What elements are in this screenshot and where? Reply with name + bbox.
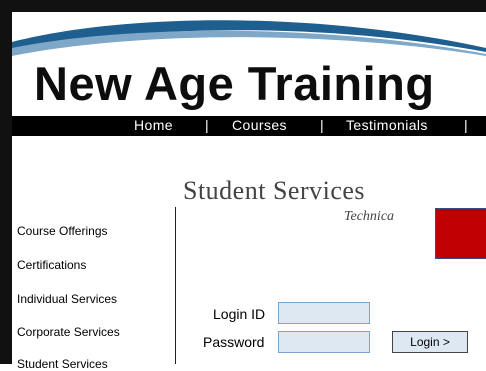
sidebar-item-certifications[interactable]: Certifications bbox=[17, 258, 86, 272]
site-logo[interactable]: New Age Training bbox=[12, 12, 486, 116]
sidebar-divider bbox=[175, 207, 176, 364]
page-subtitle: Technica bbox=[344, 209, 395, 224]
nav-separator: | bbox=[320, 117, 324, 133]
password-field[interactable] bbox=[278, 331, 370, 353]
page-title: Student Services bbox=[183, 176, 366, 205]
sidebar-item-course-offerings[interactable]: Course Offerings bbox=[17, 224, 108, 238]
sidebar-item-student-services[interactable]: Student Services bbox=[17, 357, 108, 371]
sidebar-item-corporate-services[interactable]: Corporate Services bbox=[17, 325, 120, 339]
nav-testimonials-link[interactable]: Testimonials bbox=[346, 117, 428, 133]
nav-home-link[interactable]: Home bbox=[134, 117, 173, 133]
nav-separator: | bbox=[464, 117, 468, 133]
promo-box[interactable] bbox=[435, 208, 486, 259]
nav-separator: | bbox=[205, 117, 209, 133]
frame-border-top bbox=[0, 0, 486, 12]
sidebar-item-individual-services[interactable]: Individual Services bbox=[17, 292, 117, 306]
top-navigation-bar: Home | Courses | Testimonials | bbox=[12, 116, 486, 136]
nav-courses-link[interactable]: Courses bbox=[232, 117, 287, 133]
password-label: Password bbox=[203, 334, 265, 350]
login-id-field[interactable] bbox=[278, 302, 370, 324]
logo-text: New Age Training bbox=[34, 57, 435, 110]
login-id-label: Login ID bbox=[213, 306, 266, 322]
login-button[interactable]: Login > bbox=[392, 331, 468, 353]
frame-border-left bbox=[0, 0, 12, 364]
